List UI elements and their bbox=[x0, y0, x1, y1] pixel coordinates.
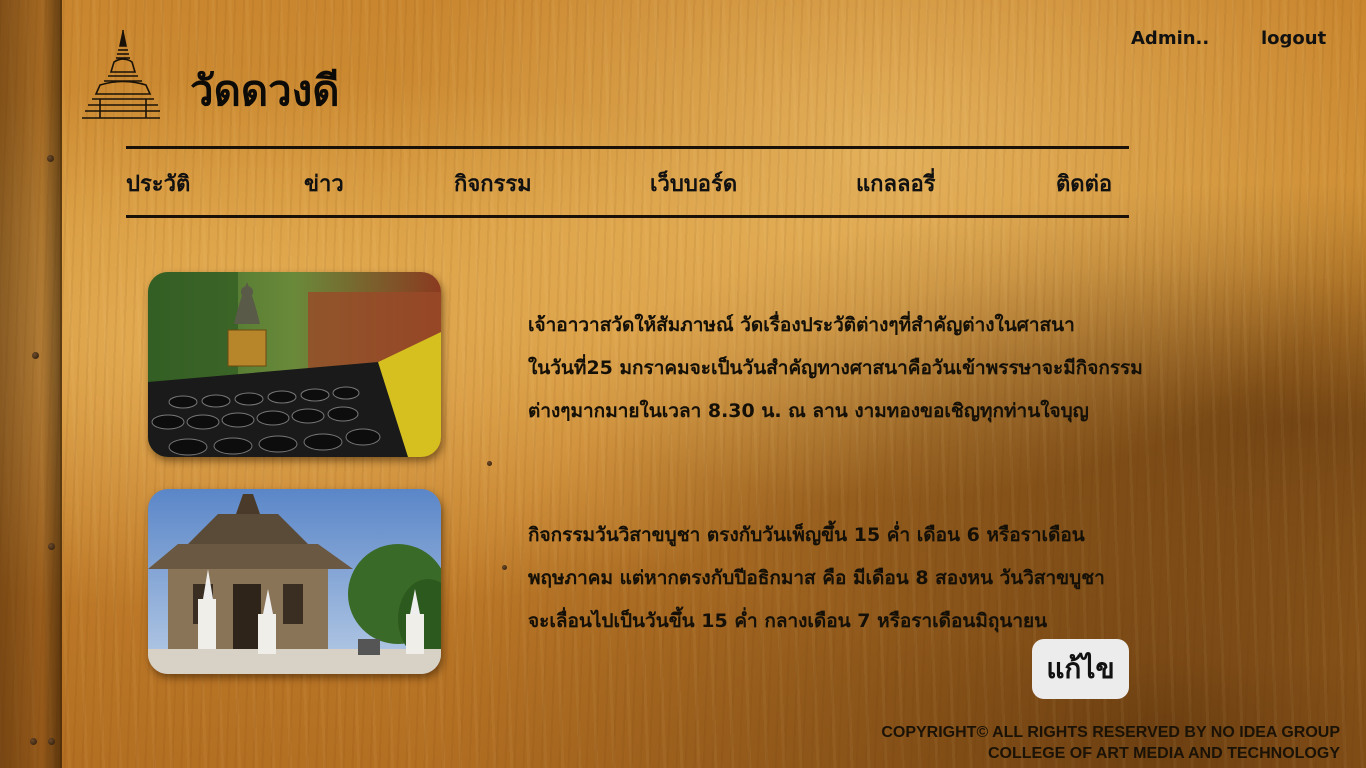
college-line: COLLEGE OF ART MEDIA AND TECHNOLOGY bbox=[988, 745, 1340, 762]
nav-item-webboard[interactable]: เว็บบอร์ด bbox=[650, 166, 737, 201]
temple-image bbox=[148, 489, 441, 674]
edit-button[interactable]: แก้ไข bbox=[1032, 639, 1129, 699]
post-line: กิจกรรมวันวิสาขบูชา ตรงกับวันเพ็ญขึ้น 15… bbox=[528, 524, 1085, 546]
post-text-2: กิจกรรมวันวิสาขบูชา ตรงกับวันเพ็ญขึ้น 15… bbox=[528, 514, 1248, 643]
nail-icon bbox=[30, 738, 37, 745]
footer-copyright: COPYRIGHT© ALL RIGHTS RESERVED BY NO IDE… bbox=[881, 722, 1340, 764]
nail-icon bbox=[48, 738, 55, 745]
left-wood-strip bbox=[0, 0, 62, 768]
post-text-1: เจ้าอาวาสวัดให้สัมภาษณ์ วัดเรื่องประวัติ… bbox=[528, 304, 1248, 433]
stupa-logo-icon bbox=[80, 28, 162, 124]
nail-icon bbox=[487, 461, 492, 466]
main-nav: ประวัติ ข่าว กิจกรรม เว็บบอร์ด แกลลอรี่ … bbox=[126, 166, 1129, 206]
nav-bottom-divider bbox=[126, 215, 1129, 218]
nail-icon bbox=[32, 352, 39, 359]
post-line: ต่างๆมากมายในเวลา 8.30 น. ณ ลาน งามทองขอ… bbox=[528, 400, 1089, 422]
copyright-line: COPYRIGHT© ALL RIGHTS RESERVED BY NO IDE… bbox=[881, 724, 1340, 741]
nav-top-divider bbox=[126, 146, 1129, 149]
logout-link[interactable]: logout bbox=[1261, 28, 1326, 49]
post-line: จะเลื่อนไปเป็นวันขึ้น 15 ค่ำ กลางเดือน 7… bbox=[528, 610, 1048, 632]
nail-icon bbox=[47, 155, 54, 162]
nav-item-activities[interactable]: กิจกรรม bbox=[454, 166, 532, 201]
nav-item-contact[interactable]: ติดต่อ bbox=[1056, 166, 1112, 201]
nav-item-gallery[interactable]: แกลลอรี่ bbox=[856, 166, 936, 201]
nav-item-history[interactable]: ประวัติ bbox=[126, 166, 190, 201]
alms-bowls-image bbox=[148, 272, 441, 457]
post-line: ในวันที่25 มกราคมจะเป็นวันสำคัญทางศาสนาค… bbox=[528, 357, 1143, 379]
nav-item-news[interactable]: ข่าว bbox=[304, 166, 344, 201]
site-title: วัดดวงดี bbox=[190, 66, 340, 115]
nail-icon bbox=[502, 565, 507, 570]
post-line: พฤษภาคม แต่หากตรงกับปีอธิกมาส คือ มีเดือ… bbox=[528, 567, 1105, 589]
nail-icon bbox=[48, 543, 55, 550]
admin-link[interactable]: Admin.. bbox=[1131, 28, 1209, 49]
post-line: เจ้าอาวาสวัดให้สัมภาษณ์ วัดเรื่องประวัติ… bbox=[528, 314, 1075, 336]
